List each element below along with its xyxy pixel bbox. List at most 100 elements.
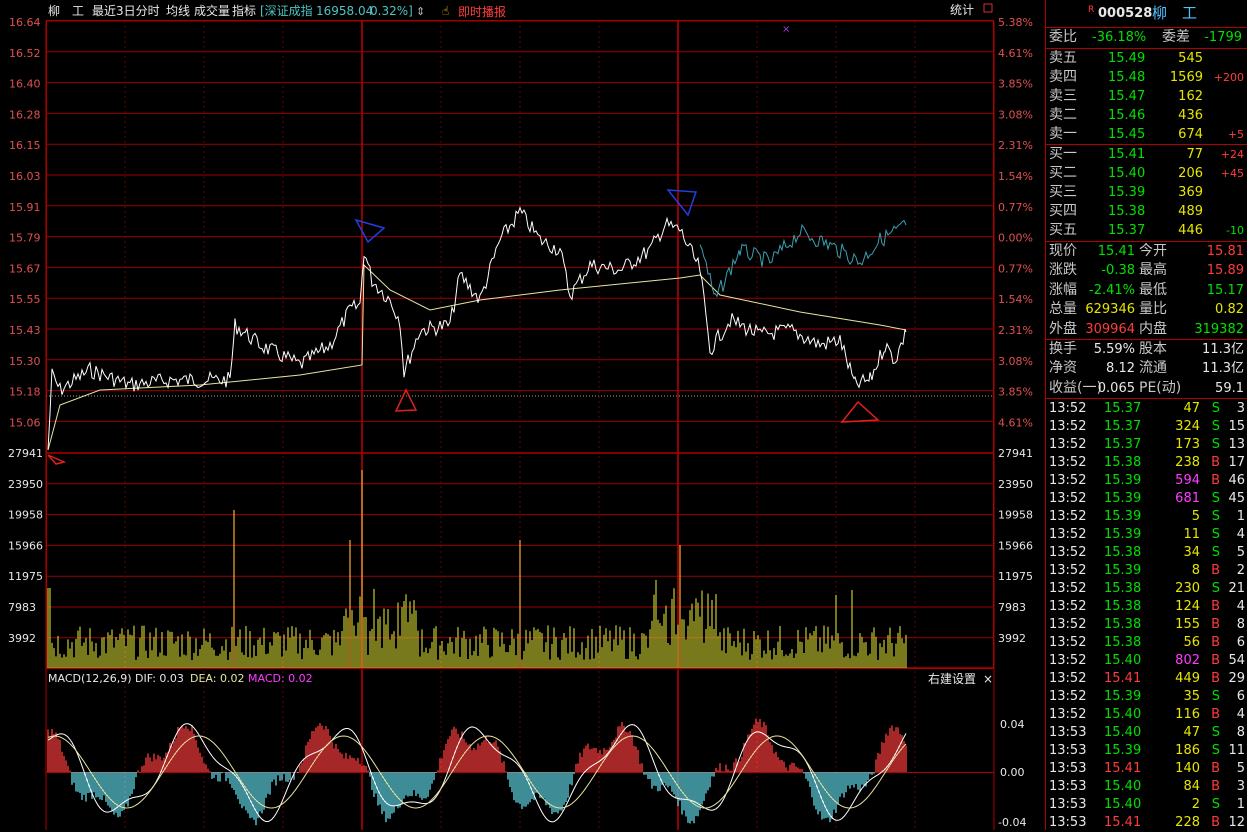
stat-value: -0.38 — [1101, 263, 1135, 279]
trade-price: 15.41 — [1104, 761, 1142, 776]
ask-price: 15.46 — [1108, 108, 1146, 123]
trade-price: 15.37 — [1104, 419, 1142, 434]
trade-price: 15.40 — [1104, 797, 1142, 812]
stock-terminal: 柳 工 最近3日分时 均线 成交量 指标 [深证成指 16958.04 0.32… — [0, 0, 1247, 830]
ask-label: 卖二 — [1049, 107, 1077, 123]
trade-volume: 140 — [1175, 761, 1200, 776]
trade-time: 13:52 — [1049, 527, 1087, 542]
trade-price: 15.40 — [1104, 725, 1142, 740]
stat-value: 15.89 — [1206, 263, 1244, 279]
trade-row: 13:52 15.37 173 S 13 — [1046, 435, 1247, 454]
weibi-row: 委比 -36.18% 委差 -1799 — [1046, 28, 1247, 47]
percent-tick-label: 3.08% — [998, 355, 1033, 368]
stats-button[interactable]: 统计 — [950, 3, 974, 17]
ask-level-row: 卖一 15.45 674 +5 — [1046, 125, 1247, 144]
trade-side: B — [1211, 473, 1220, 488]
index-value: 16958.04 — [316, 4, 373, 18]
cross-mark-icon: × — [782, 24, 790, 35]
bid-label: 买四 — [1049, 203, 1077, 219]
fund-label: PE(动) — [1139, 379, 1182, 396]
bid-price: 15.37 — [1108, 223, 1146, 238]
trade-time: 13:52 — [1049, 653, 1087, 668]
intraday-chart[interactable]: 柳 工 最近3日分时 均线 成交量 指标 [深证成指 16958.04 0.32… — [0, 0, 1045, 830]
trade-count: 12 — [1228, 815, 1245, 830]
weicha-label: 委差 — [1162, 29, 1190, 45]
annotation-triangle-blue — [666, 189, 698, 217]
trade-side: B — [1211, 761, 1220, 776]
trade-time: 13:52 — [1049, 671, 1087, 686]
right-click-settings[interactable]: 右建设置 — [928, 671, 976, 686]
trade-count: 5 — [1236, 545, 1245, 560]
price-tick-label: 15.30 — [9, 355, 41, 368]
trade-volume: 186 — [1175, 743, 1200, 758]
trade-count: 1 — [1236, 509, 1245, 524]
bid-level-row: 买二 15.40 206 +45 — [1046, 164, 1247, 183]
bid-label: 买二 — [1049, 165, 1077, 181]
ask-price: 15.45 — [1108, 127, 1146, 142]
quote-panel: R 000528 柳 工 委比 -36.18% 委差 -1799 卖五 15.49… — [1045, 0, 1247, 830]
trade-price: 15.39 — [1104, 743, 1142, 758]
trade-count: 46 — [1228, 473, 1245, 488]
volume-tick-label: 19958 — [998, 509, 1033, 522]
trade-price: 15.39 — [1104, 563, 1142, 578]
macd-axis-zero: 0.00 — [1000, 766, 1025, 779]
trade-time: 13:52 — [1049, 707, 1087, 722]
bid-volume: 446 — [1178, 223, 1203, 238]
ask-level-row: 卖三 15.47 162 — [1046, 87, 1247, 106]
ask-level-row: 卖五 15.49 545 — [1046, 49, 1247, 68]
arrows-icon[interactable]: ⇕ — [416, 5, 425, 18]
trade-price: 15.38 — [1104, 599, 1142, 614]
trade-row: 13:52 15.38 238 B 17 — [1046, 453, 1247, 472]
price-tick-label: 15.55 — [9, 293, 41, 306]
price-tick-label: 16.03 — [9, 170, 41, 183]
ask-volume: 1569 — [1169, 70, 1203, 85]
macd-panel: MACD(12,26,9) DIF: 0.03 DEA: 0.02 MACD: … — [46, 671, 1026, 829]
trade-price: 15.40 — [1104, 779, 1142, 794]
bid-level-row: 买一 15.41 77 +24 — [1046, 145, 1247, 164]
trade-count: 1 — [1236, 797, 1245, 812]
fund-value: 11.3亿 — [1202, 361, 1244, 377]
trade-count: 3 — [1236, 401, 1245, 416]
trade-price: 15.39 — [1104, 527, 1142, 542]
stat-value: 15.17 — [1206, 282, 1244, 298]
stat-value: 629346 — [1085, 302, 1135, 318]
trade-time: 13:52 — [1049, 455, 1087, 470]
reference-price-line — [699, 219, 907, 298]
trade-time: 13:53 — [1049, 761, 1087, 776]
trade-time: 13:52 — [1049, 491, 1087, 506]
trade-volume: 238 — [1175, 455, 1200, 470]
trade-count: 2 — [1236, 563, 1245, 578]
fund-row: 净资 8.12 流通 11.3亿 — [1046, 359, 1247, 378]
price-tick-label: 16.64 — [9, 16, 41, 29]
trade-row: 13:52 15.37 47 S 3 — [1046, 399, 1247, 418]
fund-label: 收益(一) — [1049, 379, 1102, 396]
trade-count: 8 — [1236, 725, 1245, 740]
trade-price: 15.37 — [1104, 437, 1142, 452]
macd-close-icon[interactable]: × — [983, 672, 993, 686]
trade-time: 13:52 — [1049, 689, 1087, 704]
fund-value: 5.59% — [1093, 342, 1135, 357]
trade-volume: 155 — [1175, 617, 1200, 632]
stats-box-icon[interactable] — [983, 3, 993, 13]
trade-side: B — [1211, 617, 1220, 632]
trade-row: 13:52 15.39 11 S 4 — [1046, 525, 1247, 544]
stat-row: 总量 629346 量比 0.82 — [1046, 300, 1247, 319]
percent-tick-label: 0.77% — [998, 201, 1033, 214]
bid-change: -10 — [1226, 224, 1244, 237]
trade-time: 13:52 — [1049, 581, 1087, 596]
bid-price: 15.39 — [1108, 185, 1146, 200]
trade-count: 21 — [1228, 581, 1245, 596]
trade-volume: 2 — [1191, 797, 1200, 812]
menu-volume[interactable]: 成交量 — [194, 3, 230, 18]
trade-row: 13:52 15.39 35 S 6 — [1046, 687, 1247, 706]
ask-volume: 162 — [1178, 89, 1203, 104]
trade-side: B — [1211, 455, 1220, 470]
menu-ma[interactable]: 均线 — [166, 4, 190, 18]
stat-row: 现价 15.41 今开 15.81 — [1046, 242, 1247, 261]
menu-recent-3day[interactable]: 最近3日分时 — [92, 4, 160, 18]
live-broadcast-link[interactable]: 即时播报 — [458, 4, 506, 19]
trade-side: B — [1211, 671, 1220, 686]
volume-tick-label: 11975 — [8, 570, 43, 583]
menu-indicator[interactable]: 指标 — [232, 3, 256, 18]
trade-side: B — [1211, 815, 1220, 830]
